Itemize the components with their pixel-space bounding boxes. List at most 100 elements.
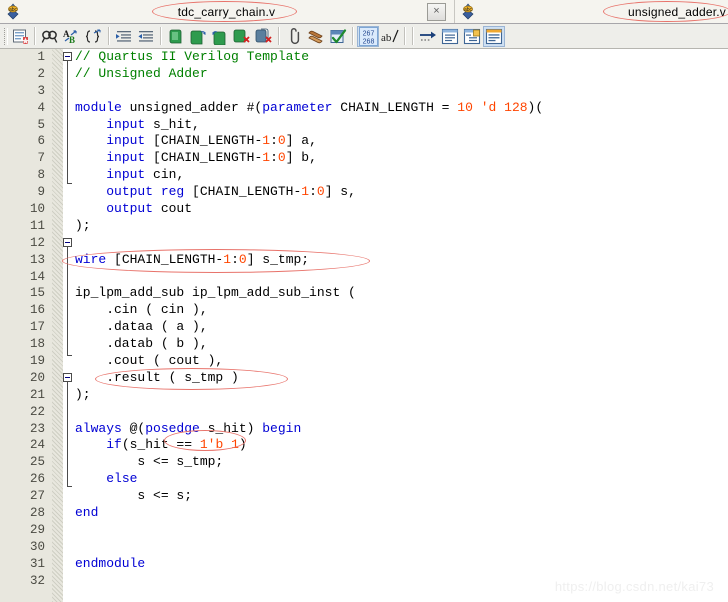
code-token: s_hit, bbox=[145, 116, 200, 132]
code-token: 0 bbox=[277, 150, 286, 166]
toolbar-drag-handle[interactable] bbox=[2, 26, 9, 46]
code-line[interactable]: input [CHAIN_LENGTH-1:0] a, bbox=[63, 133, 728, 150]
code-token: .dataa ( a ), bbox=[75, 319, 208, 335]
code-line[interactable]: ); bbox=[63, 218, 728, 235]
line-number: 1 bbox=[37, 50, 45, 64]
line-number: 23 bbox=[29, 421, 45, 436]
code-line[interactable]: end bbox=[63, 505, 728, 522]
code-token: else bbox=[106, 471, 138, 487]
code-content-area[interactable]: // Quartus II Verilog Template// Unsigne… bbox=[63, 49, 728, 602]
check-syntax-icon[interactable] bbox=[327, 26, 349, 47]
close-icon[interactable]: × bbox=[427, 2, 446, 21]
code-token: 1 bbox=[301, 184, 310, 200]
code-line[interactable]: // Quartus II Verilog Template bbox=[63, 49, 728, 66]
code-line[interactable]: wire [CHAIN_LENGTH-1:0] s_tmp; bbox=[63, 252, 728, 269]
tab-unsigned-adder[interactable]: abc unsigned_adder.v bbox=[455, 0, 728, 23]
toolbar-separator bbox=[412, 27, 414, 45]
code-token: 1 bbox=[262, 133, 271, 149]
scroll-icon[interactable] bbox=[305, 26, 327, 47]
replace-icon[interactable]: A B bbox=[61, 26, 83, 47]
code-line[interactable]: input cin, bbox=[63, 167, 728, 184]
code-token: input bbox=[106, 150, 146, 166]
code-line[interactable]: // Unsigned Adder bbox=[63, 66, 728, 83]
code-token: parameter bbox=[262, 99, 333, 115]
insert-template-icon[interactable] bbox=[9, 26, 31, 47]
code-token: 128 bbox=[504, 99, 528, 115]
code-token: [CHAIN_LENGTH- bbox=[184, 184, 302, 200]
toolbar-separator bbox=[160, 27, 162, 45]
code-line[interactable] bbox=[63, 522, 728, 539]
tab-tdc-carry-chain[interactable]: abc tdc_carry_chain.v × bbox=[0, 0, 455, 23]
code-line[interactable] bbox=[63, 235, 728, 252]
code-fold-view-icon[interactable] bbox=[483, 25, 505, 47]
bookmark-icon[interactable] bbox=[283, 26, 305, 47]
code-editor[interactable]: 1 2 3 4 5 6 7 8 9 10 11 12 13 14 15 16 17 18 19 20 21 22 23 24 2… bbox=[0, 49, 728, 602]
code-token: )( bbox=[527, 99, 544, 115]
code-line[interactable]: else bbox=[63, 471, 728, 488]
code-line[interactable]: .cout ( cout ), bbox=[63, 353, 728, 370]
code-token: output reg bbox=[106, 184, 185, 200]
code-token: input bbox=[106, 116, 146, 132]
code-line[interactable] bbox=[63, 404, 728, 421]
line-number: 17 bbox=[29, 320, 45, 335]
code-token: end bbox=[75, 505, 99, 521]
code-line[interactable]: module unsigned_adder #(parameter CHAIN_… bbox=[63, 100, 728, 117]
code-line[interactable]: s <= s; bbox=[63, 488, 728, 505]
decrease-indent-icon[interactable] bbox=[135, 26, 157, 47]
code-line[interactable] bbox=[63, 539, 728, 556]
code-token: cout bbox=[153, 201, 193, 217]
code-line[interactable]: .cin ( cin ), bbox=[63, 302, 728, 319]
code-token: : bbox=[309, 184, 317, 200]
line-number: 22 bbox=[29, 404, 45, 419]
word-wrap-icon[interactable]: ab bbox=[379, 26, 401, 47]
code-line[interactable]: .datab ( b ), bbox=[63, 336, 728, 353]
outline-view-icon[interactable] bbox=[461, 26, 483, 47]
code-token: ); bbox=[75, 386, 91, 402]
increase-indent-icon[interactable] bbox=[113, 26, 135, 47]
code-token: endmodule bbox=[75, 555, 146, 571]
verilog-file-icon: abc bbox=[455, 1, 481, 22]
code-line[interactable]: always @(posedge s_hit) begin bbox=[63, 421, 728, 438]
indent-view-icon[interactable] bbox=[439, 26, 461, 47]
code-line[interactable]: endmodule bbox=[63, 556, 728, 573]
tab-label: tdc_carry_chain.v bbox=[177, 4, 276, 19]
code-line[interactable]: input [CHAIN_LENGTH-1:0] b, bbox=[63, 150, 728, 167]
goto-line-icon[interactable] bbox=[83, 26, 105, 47]
line-number: 20 bbox=[29, 370, 45, 385]
verilog-file-icon: abc bbox=[0, 1, 26, 22]
remove-block-icon[interactable] bbox=[231, 26, 253, 47]
code-line[interactable] bbox=[63, 573, 728, 590]
line-numbers-icon[interactable]: 267 268 bbox=[357, 25, 379, 47]
code-token: module bbox=[75, 99, 122, 115]
insert-block-icon[interactable] bbox=[209, 26, 231, 47]
line-number: 28 bbox=[29, 506, 45, 521]
code-line[interactable]: .dataa ( a ), bbox=[63, 319, 728, 336]
code-token: CHAIN_LENGTH = bbox=[332, 99, 458, 115]
code-line[interactable]: ); bbox=[63, 387, 728, 404]
code-line[interactable] bbox=[63, 269, 728, 286]
code-line[interactable]: output cout bbox=[63, 201, 728, 218]
find-icon[interactable] bbox=[39, 26, 61, 47]
delete-block-icon[interactable] bbox=[253, 26, 275, 47]
code-line[interactable]: output reg [CHAIN_LENGTH-1:0] s, bbox=[63, 184, 728, 201]
goto-icon[interactable] bbox=[417, 26, 439, 47]
code-line[interactable] bbox=[63, 83, 728, 100]
code-token: output bbox=[106, 201, 154, 217]
code-line[interactable]: .result ( s_tmp ) bbox=[63, 370, 728, 387]
svg-text:B: B bbox=[69, 35, 75, 45]
line-number: 24 bbox=[29, 438, 45, 453]
uncomment-icon[interactable] bbox=[187, 26, 209, 47]
code-line[interactable]: input s_hit, bbox=[63, 117, 728, 134]
code-line[interactable]: if(s_hit == 1'b 1) bbox=[63, 437, 728, 454]
svg-text:268: 268 bbox=[362, 38, 374, 45]
code-token: // Unsigned Adder bbox=[75, 65, 208, 81]
code-line[interactable]: ip_lpm_add_sub ip_lpm_add_sub_inst ( bbox=[63, 285, 728, 302]
code-token: ] b, bbox=[285, 150, 317, 166]
code-line[interactable]: s <= s_tmp; bbox=[63, 454, 728, 471]
comment-icon[interactable] bbox=[165, 26, 187, 47]
